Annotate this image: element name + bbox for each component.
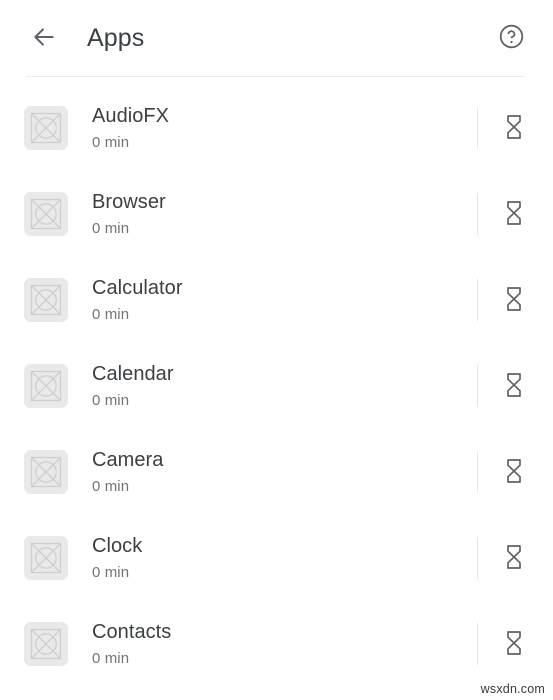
app-row[interactable]: Browser 0 min (0, 171, 553, 257)
broken-image-placeholder-icon (24, 536, 68, 580)
app-text-block: Calendar 0 min (92, 362, 477, 411)
help-circle-icon (498, 23, 525, 53)
arrow-left-icon (31, 24, 57, 53)
hourglass-icon (504, 200, 524, 229)
app-text-block: Camera 0 min (92, 448, 477, 497)
app-duration: 0 min (92, 219, 130, 237)
back-button[interactable] (22, 16, 66, 60)
broken-image-placeholder-icon (24, 364, 68, 408)
app-timer-button[interactable] (478, 532, 550, 584)
app-timer-button[interactable] (478, 618, 550, 670)
app-duration: 0 min (92, 649, 130, 667)
hourglass-icon (504, 114, 524, 143)
app-duration: 0 min (92, 563, 130, 581)
hourglass-icon (504, 630, 524, 659)
app-row[interactable]: Camera 0 min (0, 429, 553, 515)
app-text-block: Browser 0 min (92, 190, 477, 239)
app-timer-button[interactable] (478, 274, 550, 326)
app-timer-button[interactable] (478, 102, 550, 154)
broken-image-placeholder-icon (24, 450, 68, 494)
hourglass-icon (504, 458, 524, 487)
app-text-block: Contacts 0 min (92, 620, 477, 669)
broken-image-placeholder-icon (24, 278, 68, 322)
broken-image-placeholder-icon (24, 622, 68, 666)
app-name: Contacts (92, 620, 172, 643)
page-title: Apps (87, 23, 145, 52)
app-name: AudioFX (92, 104, 170, 127)
app-row[interactable]: AudioFX 0 min (0, 85, 553, 171)
app-duration: 0 min (92, 477, 130, 495)
app-name: Calendar (92, 362, 174, 385)
broken-image-placeholder-icon (24, 106, 68, 150)
app-name: Camera (92, 448, 164, 471)
app-name: Clock (92, 534, 143, 557)
app-row[interactable]: Calculator 0 min (0, 257, 553, 343)
app-row[interactable]: Contacts 0 min (0, 601, 553, 687)
app-list: AudioFX 0 min Browser 0 min Calculator 0… (0, 77, 553, 687)
app-timer-button[interactable] (478, 188, 550, 240)
app-timer-button[interactable] (478, 446, 550, 498)
hourglass-icon (504, 286, 524, 315)
app-name: Browser (92, 190, 166, 213)
app-duration: 0 min (92, 391, 130, 409)
help-button[interactable] (491, 18, 531, 58)
broken-image-placeholder-icon (24, 192, 68, 236)
app-name: Calculator (92, 276, 183, 299)
app-text-block: Clock 0 min (92, 534, 477, 583)
app-duration: 0 min (92, 133, 130, 151)
app-row[interactable]: Clock 0 min (0, 515, 553, 601)
app-row[interactable]: Calendar 0 min (0, 343, 553, 429)
app-duration: 0 min (92, 305, 130, 323)
app-bar: Apps (0, 0, 553, 76)
app-text-block: AudioFX 0 min (92, 104, 477, 153)
hourglass-icon (504, 372, 524, 401)
app-timer-button[interactable] (478, 360, 550, 412)
watermark: wsxdn.com (480, 682, 545, 696)
hourglass-icon (504, 544, 524, 573)
app-text-block: Calculator 0 min (92, 276, 477, 325)
